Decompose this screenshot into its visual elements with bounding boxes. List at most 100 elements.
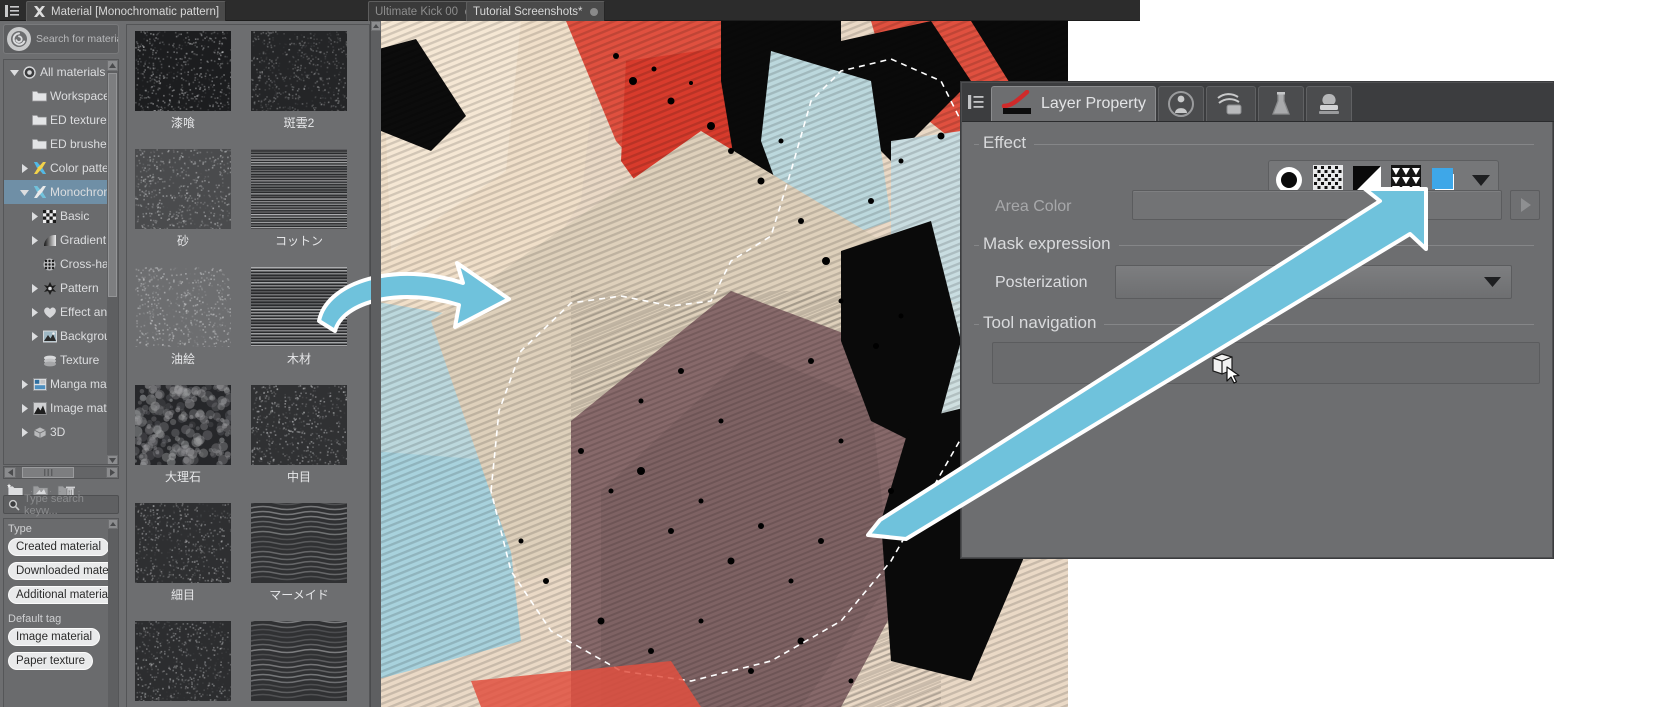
panel-menu-icon[interactable] [4, 3, 20, 18]
material-thumbnail[interactable]: 砂 [135, 149, 231, 249]
tool-navigation-box[interactable] [992, 342, 1540, 384]
expander-right-icon[interactable] [28, 307, 41, 317]
tab-sub-tool-detail[interactable] [1257, 86, 1304, 121]
material-thumbnail[interactable]: 大理石 [135, 385, 231, 485]
tree-item-label: Color pattern [50, 161, 109, 175]
expander-right-icon[interactable] [18, 163, 31, 173]
filter-paper-texture[interactable]: Paper texture [8, 652, 94, 670]
tree-item-color-pattern[interactable]: Color pattern [4, 156, 109, 180]
tab-character[interactable] [1157, 86, 1204, 121]
tab-material-palette[interactable]: Material [Monochromatic pattern] [26, 1, 227, 21]
effect-icon [41, 306, 58, 319]
scroll-down-icon[interactable] [107, 455, 118, 464]
tree-item-label: Manga materia [50, 377, 109, 391]
type-heading: Type [8, 523, 32, 535]
tree-item-label: Workspace [50, 89, 109, 103]
tree-scroll-thumb[interactable] [108, 73, 117, 297]
material-thumbnail-label: 砂 [176, 234, 189, 248]
tree-item-background[interactable]: Background [4, 324, 109, 348]
tab-ultimate-kick[interactable]: Ultimate Kick 00 [368, 1, 481, 21]
expander-right-icon[interactable] [28, 283, 41, 293]
tab-layer-property[interactable]: Layer Property [991, 86, 1156, 121]
layer-property-palette: Layer Property Effect Area Color Mask ex… [961, 82, 1554, 558]
material-thumbnail[interactable]: 細目 [135, 503, 231, 603]
expander-right-icon[interactable] [18, 427, 31, 437]
filter-panel: Type Created material Downloaded materia… [3, 518, 119, 707]
tree-item-3d[interactable]: 3D [4, 420, 109, 444]
tree-item-cross-hatchi[interactable]: Cross-hatchi [4, 252, 109, 276]
tree-item-label: Monochromati [50, 185, 109, 199]
tab-material-stamp[interactable] [1305, 86, 1352, 121]
expander-right-icon[interactable] [28, 235, 41, 245]
layer-property-icon [1001, 90, 1035, 118]
tree-item-label: 3D [50, 425, 66, 439]
expander-down-icon[interactable] [18, 189, 31, 196]
scroll-right-icon[interactable] [106, 467, 118, 478]
filter-scrollbar[interactable] [108, 519, 118, 707]
material-thumbnail[interactable]: マーメイド [251, 503, 347, 603]
material-thumbnail-label: 斑雲2 [283, 116, 315, 130]
material-thumbnail-label: 大理石 [164, 470, 201, 484]
area-color-field[interactable] [1132, 190, 1502, 220]
tab-tutorial-screenshots[interactable]: Tutorial Screenshots* [466, 1, 605, 21]
filter-downloaded-material[interactable]: Downloaded material [8, 562, 118, 580]
search-input[interactable]: Type search keyw... [3, 493, 119, 517]
tree-item-monochromati[interactable]: Monochromati [4, 180, 109, 204]
material-panel: Search for materials on All materials Wor… [0, 21, 371, 707]
tree-item-workspace[interactable]: Workspace [4, 84, 109, 108]
tree-item-label: ED brushes [50, 137, 109, 151]
tree-item-all-materials[interactable]: All materials [4, 60, 109, 84]
scroll-left-icon[interactable] [4, 467, 16, 478]
scroll-up-icon[interactable] [107, 60, 118, 71]
material-thumbnail-grid[interactable]: 漆喰 斑雲2 砂 コットン 油絵 木材大理石 中目細目 マーメイド [126, 24, 370, 707]
clip-studio-assets-icon [7, 27, 31, 51]
titlebar: Material [Monochromatic pattern] Ultimat… [0, 0, 1140, 21]
expander-right-icon[interactable] [28, 211, 41, 221]
material-thumbnail[interactable]: 木材 [251, 267, 347, 367]
tree-item-texture[interactable]: Texture [4, 348, 109, 372]
filter-created-material[interactable]: Created material [8, 538, 110, 556]
tree-item-manga-materia[interactable]: Manga materia [4, 372, 109, 396]
tree-item-ed-brushes[interactable]: ED brushes [4, 132, 109, 156]
tree-scrollbar[interactable] [107, 60, 118, 464]
search-materials-online-button[interactable]: Search for materials on [3, 24, 119, 54]
scroll-up-icon[interactable] [108, 519, 118, 529]
hscroll-thumb[interactable] [22, 467, 74, 478]
close-icon[interactable] [589, 7, 598, 16]
scroll-up-icon[interactable] [371, 21, 381, 31]
tree-item-label: Background [60, 329, 109, 343]
tree-item-image-material[interactable]: Image material [4, 396, 109, 420]
checker-icon [41, 209, 58, 223]
area-color-expand-button[interactable] [1510, 190, 1540, 220]
tree-item-pattern[interactable]: Pattern [4, 276, 109, 300]
panel-resize-grip[interactable]: · · · · · · [30, 486, 90, 496]
tree-item-effect-and-f[interactable]: Effect and f [4, 300, 109, 324]
expander-right-icon[interactable] [18, 403, 31, 413]
filter-image-material[interactable]: Image material [8, 628, 101, 646]
material-tree[interactable]: All materials Workspace ED textures ED brus… [3, 59, 119, 465]
pattern-icon [41, 281, 58, 295]
tree-hscrollbar[interactable] [3, 466, 119, 479]
material-thumbnail[interactable]: 中目 [251, 385, 347, 485]
material-thumbnail[interactable]: 斑雲2 [251, 31, 347, 131]
expander-down-icon[interactable] [8, 69, 21, 76]
material-thumbnail[interactable] [251, 621, 347, 704]
tree-item-basic[interactable]: Basic [4, 204, 109, 228]
filter-additional-material[interactable]: Additional material [8, 586, 118, 604]
tab-animation-cels[interactable] [1205, 86, 1256, 121]
tree-item-gradient[interactable]: Gradient [4, 228, 109, 252]
area-color-label: Area Color [995, 198, 1072, 215]
material-thumbnail-label: 細目 [170, 588, 195, 602]
expander-right-icon[interactable] [28, 331, 41, 341]
expander-right-icon[interactable] [18, 379, 31, 389]
material-thumbnail[interactable]: コットン [251, 149, 347, 249]
tree-item-ed-textures[interactable]: ED textures [4, 108, 109, 132]
material-thumbnail[interactable] [135, 621, 231, 704]
posterization-select[interactable]: Yes [1115, 265, 1512, 299]
imagematerial-icon [31, 401, 48, 415]
canvas-vertical-scrollbar[interactable] [371, 21, 381, 707]
material-thumbnail[interactable]: 油絵 [135, 267, 231, 367]
palette-menu-icon[interactable] [962, 83, 990, 121]
material-thumbnail[interactable]: 漆喰 [135, 31, 231, 131]
material-thumbnail-label: 漆喰 [170, 116, 195, 130]
